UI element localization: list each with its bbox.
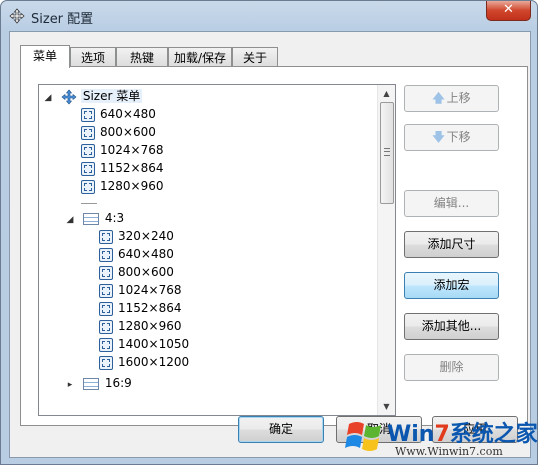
add-size-button[interactable]: 添加尺寸 xyxy=(404,231,499,258)
tree-item[interactable]: 1152×864 xyxy=(99,299,182,317)
sizer-menu-icon xyxy=(61,89,77,104)
windows-logo-icon xyxy=(345,422,381,451)
tree-vertical-scrollbar[interactable]: ▲ ▼ xyxy=(377,85,395,415)
tree-item-label: 1024×768 xyxy=(100,143,164,157)
scrollbar-thumb[interactable] xyxy=(380,102,394,204)
edit-button[interactable]: 编辑... xyxy=(404,190,499,217)
tree-item-label: 1152×864 xyxy=(100,161,164,175)
brand-prefix: Win xyxy=(387,422,435,447)
arrow-up-icon: 🡅 xyxy=(432,91,445,105)
resolution-icon xyxy=(81,161,95,176)
brand-seven: 7 xyxy=(434,422,450,447)
grip-icon xyxy=(384,148,390,156)
tab-load-save[interactable]: 加载/保存 xyxy=(168,47,232,67)
resolution-icon xyxy=(99,283,113,298)
resolution-icon xyxy=(99,229,113,244)
tree-group-label: 16:9 xyxy=(104,376,132,390)
tree-root[interactable]: ◢ Sizer 菜单 xyxy=(43,87,143,107)
scroll-up-arrow-icon[interactable]: ▲ xyxy=(378,85,395,102)
tree-item-label: 1280×960 xyxy=(118,319,182,333)
dialog-client-area: 菜单 选项 热键 加载/保存 关于 ◢ Sizer 菜单 640×480 800… xyxy=(9,31,531,458)
tree-content: ◢ Sizer 菜单 640×480 800×600 1024×768 1152… xyxy=(39,85,376,415)
tree-group-label: 4:3 xyxy=(104,211,125,225)
tree-item-label: 1280×960 xyxy=(100,179,164,193)
add-macro-button[interactable]: 添加宏 xyxy=(404,272,499,299)
tree-item[interactable]: 1152×864 xyxy=(81,159,164,177)
resolution-icon xyxy=(81,107,95,122)
group-icon xyxy=(82,212,99,225)
tree-item[interactable]: 800×600 xyxy=(99,263,174,281)
move-up-label: 上移 xyxy=(446,91,471,105)
watermark-brand: Win7系统之家 xyxy=(387,416,538,448)
tree-item-label: 320×240 xyxy=(118,229,174,243)
tree-item-label: 640×480 xyxy=(100,107,156,121)
watermark-url: Www.Winwin7.com xyxy=(395,445,503,458)
tree-item[interactable]: 1400×1050 xyxy=(99,335,189,353)
tree-item-label: 1600×1200 xyxy=(118,355,190,369)
tree-item-label: 800×600 xyxy=(100,125,156,139)
resolution-icon xyxy=(81,179,95,194)
collapse-arrow-icon[interactable]: ◢ xyxy=(65,211,75,229)
window: Sizer 配置 ✕ 菜单 选项 热键 加载/保存 关于 ◢ Sizer 菜单 … xyxy=(0,0,538,465)
tree-item[interactable]: 1280×960 xyxy=(81,177,164,195)
tree-item-label: 1152×864 xyxy=(118,301,182,315)
resolution-icon xyxy=(99,337,113,352)
add-other-button[interactable]: 添加其他... xyxy=(404,313,499,340)
window-title: Sizer 配置 xyxy=(31,12,94,27)
tree-item[interactable]: 800×600 xyxy=(81,123,156,141)
tree-item[interactable]: 1600×1200 xyxy=(99,353,189,371)
menu-tree[interactable]: ◢ Sizer 菜单 640×480 800×600 1024×768 1152… xyxy=(38,84,396,416)
tree-item[interactable]: 640×480 xyxy=(99,245,174,263)
tree-group-4-3[interactable]: ◢ 4:3 xyxy=(65,209,125,229)
tab-options[interactable]: 选项 xyxy=(70,47,116,67)
tree-item-label: 800×600 xyxy=(118,265,174,279)
delete-button[interactable]: 删除 xyxy=(404,354,499,381)
resolution-icon xyxy=(99,301,113,316)
move-down-button[interactable]: 🡇 下移 xyxy=(404,124,499,151)
tree-item[interactable]: 1024×768 xyxy=(99,281,182,299)
tree-item[interactable]: 1280×960 xyxy=(99,317,182,335)
resolution-icon xyxy=(99,247,113,262)
resolution-icon xyxy=(99,355,113,370)
resolution-icon xyxy=(99,319,113,334)
ok-button[interactable]: 确定 xyxy=(238,416,324,443)
resolution-icon xyxy=(81,143,95,158)
tree-item[interactable]: 320×240 xyxy=(99,227,174,245)
arrow-down-icon: 🡇 xyxy=(432,130,445,144)
move-down-label: 下移 xyxy=(446,130,471,144)
tree-item[interactable]: 1024×768 xyxy=(81,141,164,159)
expand-arrow-icon[interactable]: ▸ xyxy=(65,376,75,394)
move-up-button[interactable]: 🡅 上移 xyxy=(404,85,499,112)
brand-suffix: 系统之家 xyxy=(449,422,538,447)
resolution-icon xyxy=(99,265,113,280)
resolution-icon xyxy=(81,125,95,140)
tree-item[interactable]: 640×480 xyxy=(81,105,156,123)
tree-group-16-9[interactable]: ▸ 16:9 xyxy=(65,374,132,392)
tab-hotkeys[interactable]: 热键 xyxy=(116,47,168,67)
tree-item-label: 640×480 xyxy=(118,247,174,261)
group-icon xyxy=(82,377,99,390)
close-button[interactable]: ✕ xyxy=(486,1,531,21)
watermark: Win7系统之家 Www.Winwin7.com xyxy=(345,412,538,462)
tree-item-label: 1400×1050 xyxy=(118,337,190,351)
collapse-arrow-icon[interactable]: ◢ xyxy=(43,89,53,107)
tree-root-label: Sizer 菜单 xyxy=(80,89,143,103)
tree-item-label: 1024×768 xyxy=(118,283,182,297)
tab-about[interactable]: 关于 xyxy=(232,47,278,67)
separator-item[interactable] xyxy=(81,203,97,204)
sizer-move-icon xyxy=(9,8,25,24)
tab-menu[interactable]: 菜单 xyxy=(20,45,70,68)
title-bar[interactable]: Sizer 配置 ✕ xyxy=(1,1,537,31)
